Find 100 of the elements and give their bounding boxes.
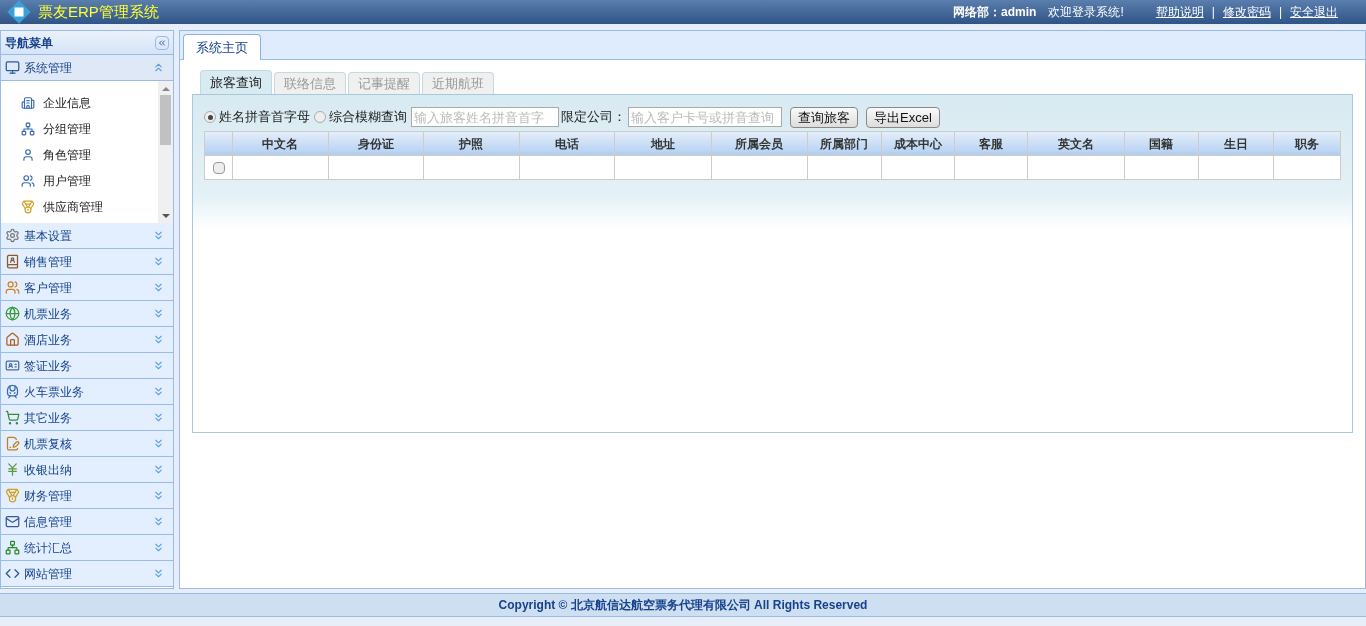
building-icon: [21, 96, 35, 110]
edit-icon: [5, 436, 20, 451]
chevron-down-icon: [152, 385, 165, 398]
chevron-down-icon: [152, 541, 165, 554]
section-label: 签证业务: [24, 357, 73, 375]
column-header: 生日: [1198, 131, 1274, 156]
mail-icon: [5, 514, 20, 529]
search-mode-radio[interactable]: 综合模糊查询: [314, 107, 407, 127]
chevron-down-icon: [152, 411, 165, 424]
company-label: 限定公司：: [561, 108, 626, 127]
column-header: 国籍: [1124, 131, 1199, 156]
chevron-down-icon: [152, 281, 165, 294]
menu-section[interactable]: 财务管理: [1, 483, 173, 509]
submenu-item[interactable]: 供应商管理: [21, 197, 158, 217]
users-icon: [5, 280, 20, 295]
chevron-down-icon: [152, 567, 165, 580]
copyright-text: Copyright © 北京航信达航空票务代理有限公司 All Rights Reserved: [498, 597, 868, 614]
action-button[interactable]: 查询旅客: [790, 106, 858, 128]
chevron-up-icon: [152, 61, 165, 74]
section-label: 统计汇总: [24, 539, 73, 557]
menu-section[interactable]: 客户管理: [1, 275, 173, 301]
chevron-down-icon: [152, 463, 165, 476]
section-label: 其它业务: [24, 409, 73, 427]
chevron-down-icon: [152, 489, 165, 502]
cart-icon: [5, 410, 20, 425]
header-link[interactable]: 帮助说明: [1155, 3, 1204, 21]
chevron-down-icon: [152, 255, 165, 268]
submenu-item[interactable]: 分组管理: [21, 119, 158, 139]
section-label: 酒店业务: [24, 331, 73, 349]
double-chevron-left-icon: [157, 37, 167, 48]
column-header: 所属部门: [807, 131, 881, 156]
chevron-down-icon: [152, 515, 165, 528]
network-icon: [21, 122, 35, 136]
menu-section[interactable]: 网站管理: [1, 561, 173, 587]
menu-section[interactable]: 酒店业务: [1, 327, 173, 353]
section-label: 网站管理: [24, 565, 73, 583]
menu-section[interactable]: 收银出纳: [1, 457, 173, 483]
column-header: 护照: [423, 131, 520, 156]
section-label: 财务管理: [24, 487, 73, 505]
menu-section[interactable]: 火车票业务: [1, 379, 173, 405]
search-mode-radio[interactable]: 姓名拼音首字母: [204, 107, 310, 127]
user-icon: [21, 148, 35, 162]
column-header: 电话: [519, 131, 615, 156]
company-input-field[interactable]: 输入客户卡号或拼音查询: [628, 107, 782, 127]
user-label: 网络部：admin: [953, 4, 1037, 21]
monitor-icon: [5, 60, 20, 75]
chevron-down-icon: [152, 437, 165, 450]
house-icon: [5, 332, 20, 347]
sidebar-title: 导航菜单: [5, 34, 53, 52]
train-icon: [5, 384, 20, 399]
section-label: 机票复核: [24, 435, 73, 453]
contact-book-icon: [5, 254, 20, 269]
menu-section[interactable]: 销售管理: [1, 249, 173, 275]
chevron-down-icon: [152, 359, 165, 372]
chevron-down-icon: [152, 307, 165, 320]
column-header: 所属会员: [711, 131, 808, 156]
sub-tab[interactable]: 旅客查询: [200, 70, 272, 94]
main-tab[interactable]: 系统主页: [183, 34, 261, 60]
scroll-up-arrow-icon: [161, 87, 170, 91]
row-checkbox[interactable]: [212, 162, 225, 175]
header-link[interactable]: 修改密码: [1222, 3, 1271, 21]
submenu-item[interactable]: 用户管理: [21, 171, 158, 191]
column-header: 成本中心: [881, 131, 955, 156]
menu-section[interactable]: 机票业务: [1, 301, 173, 327]
action-button[interactable]: 导出Excel: [866, 106, 940, 128]
collapse-button[interactable]: [155, 35, 169, 50]
name-input-field[interactable]: 输入旅客姓名拼音首字: [411, 107, 559, 127]
globe-icon: [5, 306, 20, 321]
network-icon: [5, 540, 20, 555]
column-header: 身份证: [328, 131, 424, 156]
section-label: 收银出纳: [24, 461, 73, 479]
scroll-thumb[interactable]: [160, 95, 171, 145]
gear-icon: [5, 228, 20, 243]
header-link[interactable]: 安全退出: [1290, 3, 1338, 21]
code-icon: [5, 566, 20, 581]
section-label: 信息管理: [24, 513, 73, 531]
menu-section[interactable]: 机票复核: [1, 431, 173, 457]
section-label: 销售管理: [24, 253, 73, 271]
id-card-icon: [5, 358, 20, 373]
submenu-item[interactable]: 角色管理: [21, 145, 158, 165]
section-label: 系统管理: [24, 59, 73, 77]
menu-section[interactable]: 信息管理: [1, 509, 173, 535]
column-header: 地址: [614, 131, 712, 156]
menu-section[interactable]: 系统管理: [1, 55, 173, 81]
section-label: 客户管理: [24, 279, 73, 297]
scroll-down-arrow-icon: [161, 214, 170, 218]
link-separator: |: [1278, 4, 1282, 21]
column-header: 英文名: [1027, 131, 1125, 156]
menu-section[interactable]: 其它业务: [1, 405, 173, 431]
medal-icon: [5, 488, 20, 503]
menu-section[interactable]: 签证业务: [1, 353, 173, 379]
submenu-item[interactable]: 企业信息: [21, 93, 158, 113]
column-header: 职务: [1273, 131, 1341, 156]
yen-icon: [5, 462, 20, 477]
section-label: 火车票业务: [24, 383, 85, 401]
menu-section[interactable]: 基本设置: [1, 223, 173, 249]
welcome-text: 欢迎登录系统!: [1048, 4, 1124, 21]
menu-section[interactable]: 统计汇总: [1, 535, 173, 561]
scrollbar[interactable]: [158, 81, 173, 223]
section-label: 机票业务: [24, 305, 73, 323]
